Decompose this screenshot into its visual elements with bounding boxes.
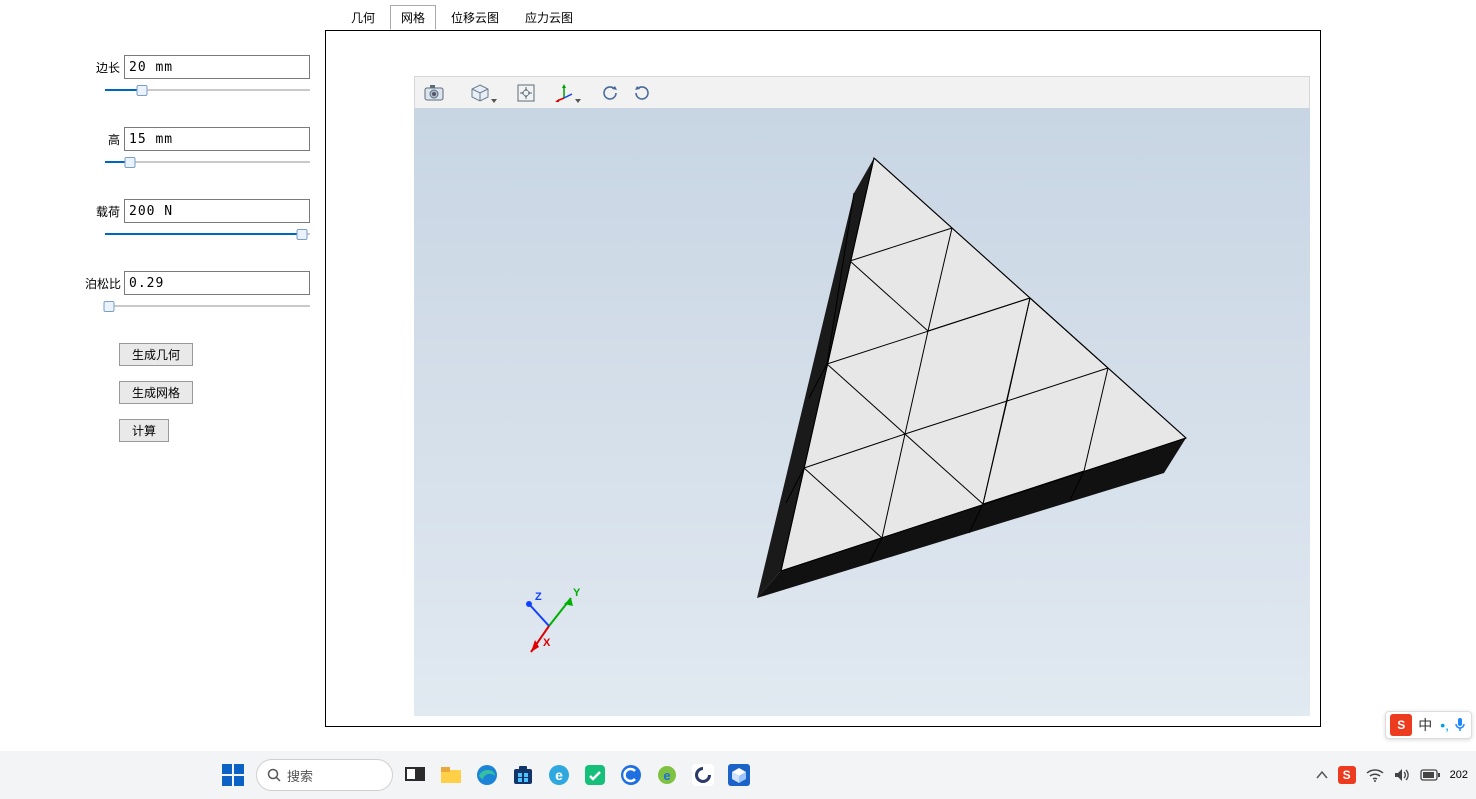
cube-view-dropdown[interactable] <box>459 79 501 107</box>
tabstrip: 几何 网格 位移云图 应力云图 <box>340 8 584 30</box>
slider-height[interactable] <box>105 155 310 169</box>
input-poisson[interactable] <box>124 271 310 295</box>
field-height: 高 <box>85 127 310 169</box>
axis-y-label: Y <box>573 587 581 599</box>
viewport-3d[interactable]: Y Z X <box>414 108 1310 716</box>
viewer-toolbar <box>414 76 1310 110</box>
svg-text:e: e <box>555 767 563 783</box>
tab-displacement[interactable]: 位移云图 <box>440 5 510 30</box>
calculate-button[interactable]: 计算 <box>119 419 169 442</box>
search-icon <box>267 768 281 782</box>
ime-punct[interactable]: •, <box>1438 717 1451 733</box>
field-edge-length: 边长 <box>85 55 310 97</box>
edge-legacy-icon[interactable]: e <box>545 761 573 789</box>
tab-stress[interactable]: 应力云图 <box>514 5 584 30</box>
axis-orientation-dropdown[interactable] <box>543 79 585 107</box>
microphone-icon[interactable] <box>1453 717 1467 733</box>
slider-poisson[interactable] <box>105 299 310 313</box>
app-blue-c-icon[interactable] <box>617 761 645 789</box>
taskbar: 搜索 e e S 202 <box>0 751 1476 799</box>
taskbar-search[interactable]: 搜索 <box>256 759 393 791</box>
action-buttons: 生成几何 生成网格 计算 <box>119 343 310 442</box>
rotate-ccw-icon[interactable] <box>595 79 625 107</box>
slider-edge-length[interactable] <box>105 83 310 97</box>
ime-toolbar[interactable]: S 中 •, <box>1385 711 1472 739</box>
label-load: 载荷 <box>85 203 124 220</box>
fit-view-icon[interactable] <box>511 79 541 107</box>
search-placeholder: 搜索 <box>287 766 313 785</box>
ms-store-icon[interactable] <box>509 761 537 789</box>
input-load[interactable] <box>124 199 310 223</box>
viewer-frame: Y Z X <box>325 30 1321 727</box>
rotate-cw-icon[interactable] <box>627 79 657 107</box>
tray-clock-partial[interactable]: 202 <box>1450 769 1468 781</box>
slider-load[interactable] <box>105 227 310 241</box>
ime-lang[interactable]: 中 <box>1414 715 1436 735</box>
tab-geometry[interactable]: 几何 <box>340 5 386 30</box>
camera-icon[interactable] <box>419 79 449 107</box>
app-root: 边长 高 载荷 <box>0 0 1476 799</box>
generate-mesh-button[interactable]: 生成网格 <box>119 381 193 404</box>
tray-sogou-icon[interactable]: S <box>1338 766 1356 784</box>
axis-triad: Y Z X <box>526 587 581 652</box>
start-button[interactable] <box>218 760 248 790</box>
volume-icon[interactable] <box>1394 768 1410 782</box>
edge-icon[interactable] <box>473 761 501 789</box>
axis-z-label: Z <box>535 591 542 603</box>
label-height: 高 <box>85 131 124 148</box>
battery-icon[interactable] <box>1420 769 1440 781</box>
app-cube-icon[interactable] <box>725 761 753 789</box>
field-load: 载荷 <box>85 199 310 241</box>
ie-icon[interactable]: e <box>653 761 681 789</box>
system-tray: S 202 <box>1316 766 1468 784</box>
input-height[interactable] <box>124 127 310 151</box>
field-poisson: 泊松比 <box>85 271 310 313</box>
label-edge-length: 边长 <box>85 59 124 76</box>
tab-mesh[interactable]: 网格 <box>390 5 436 30</box>
axis-x-label: X <box>543 637 551 649</box>
generate-geometry-button[interactable]: 生成几何 <box>119 343 193 366</box>
parameter-panel: 边长 高 载荷 <box>85 55 310 457</box>
task-view-icon[interactable] <box>401 761 429 789</box>
sogou-icon[interactable]: S <box>1390 714 1412 736</box>
wifi-icon[interactable] <box>1366 768 1384 782</box>
label-poisson: 泊松比 <box>85 275 124 292</box>
tray-chevron-icon[interactable] <box>1316 770 1328 780</box>
input-edge-length[interactable] <box>124 55 310 79</box>
file-explorer-icon[interactable] <box>437 761 465 789</box>
app-green-icon[interactable] <box>581 761 609 789</box>
app-swirl-icon[interactable] <box>689 761 717 789</box>
svg-text:e: e <box>663 768 670 783</box>
